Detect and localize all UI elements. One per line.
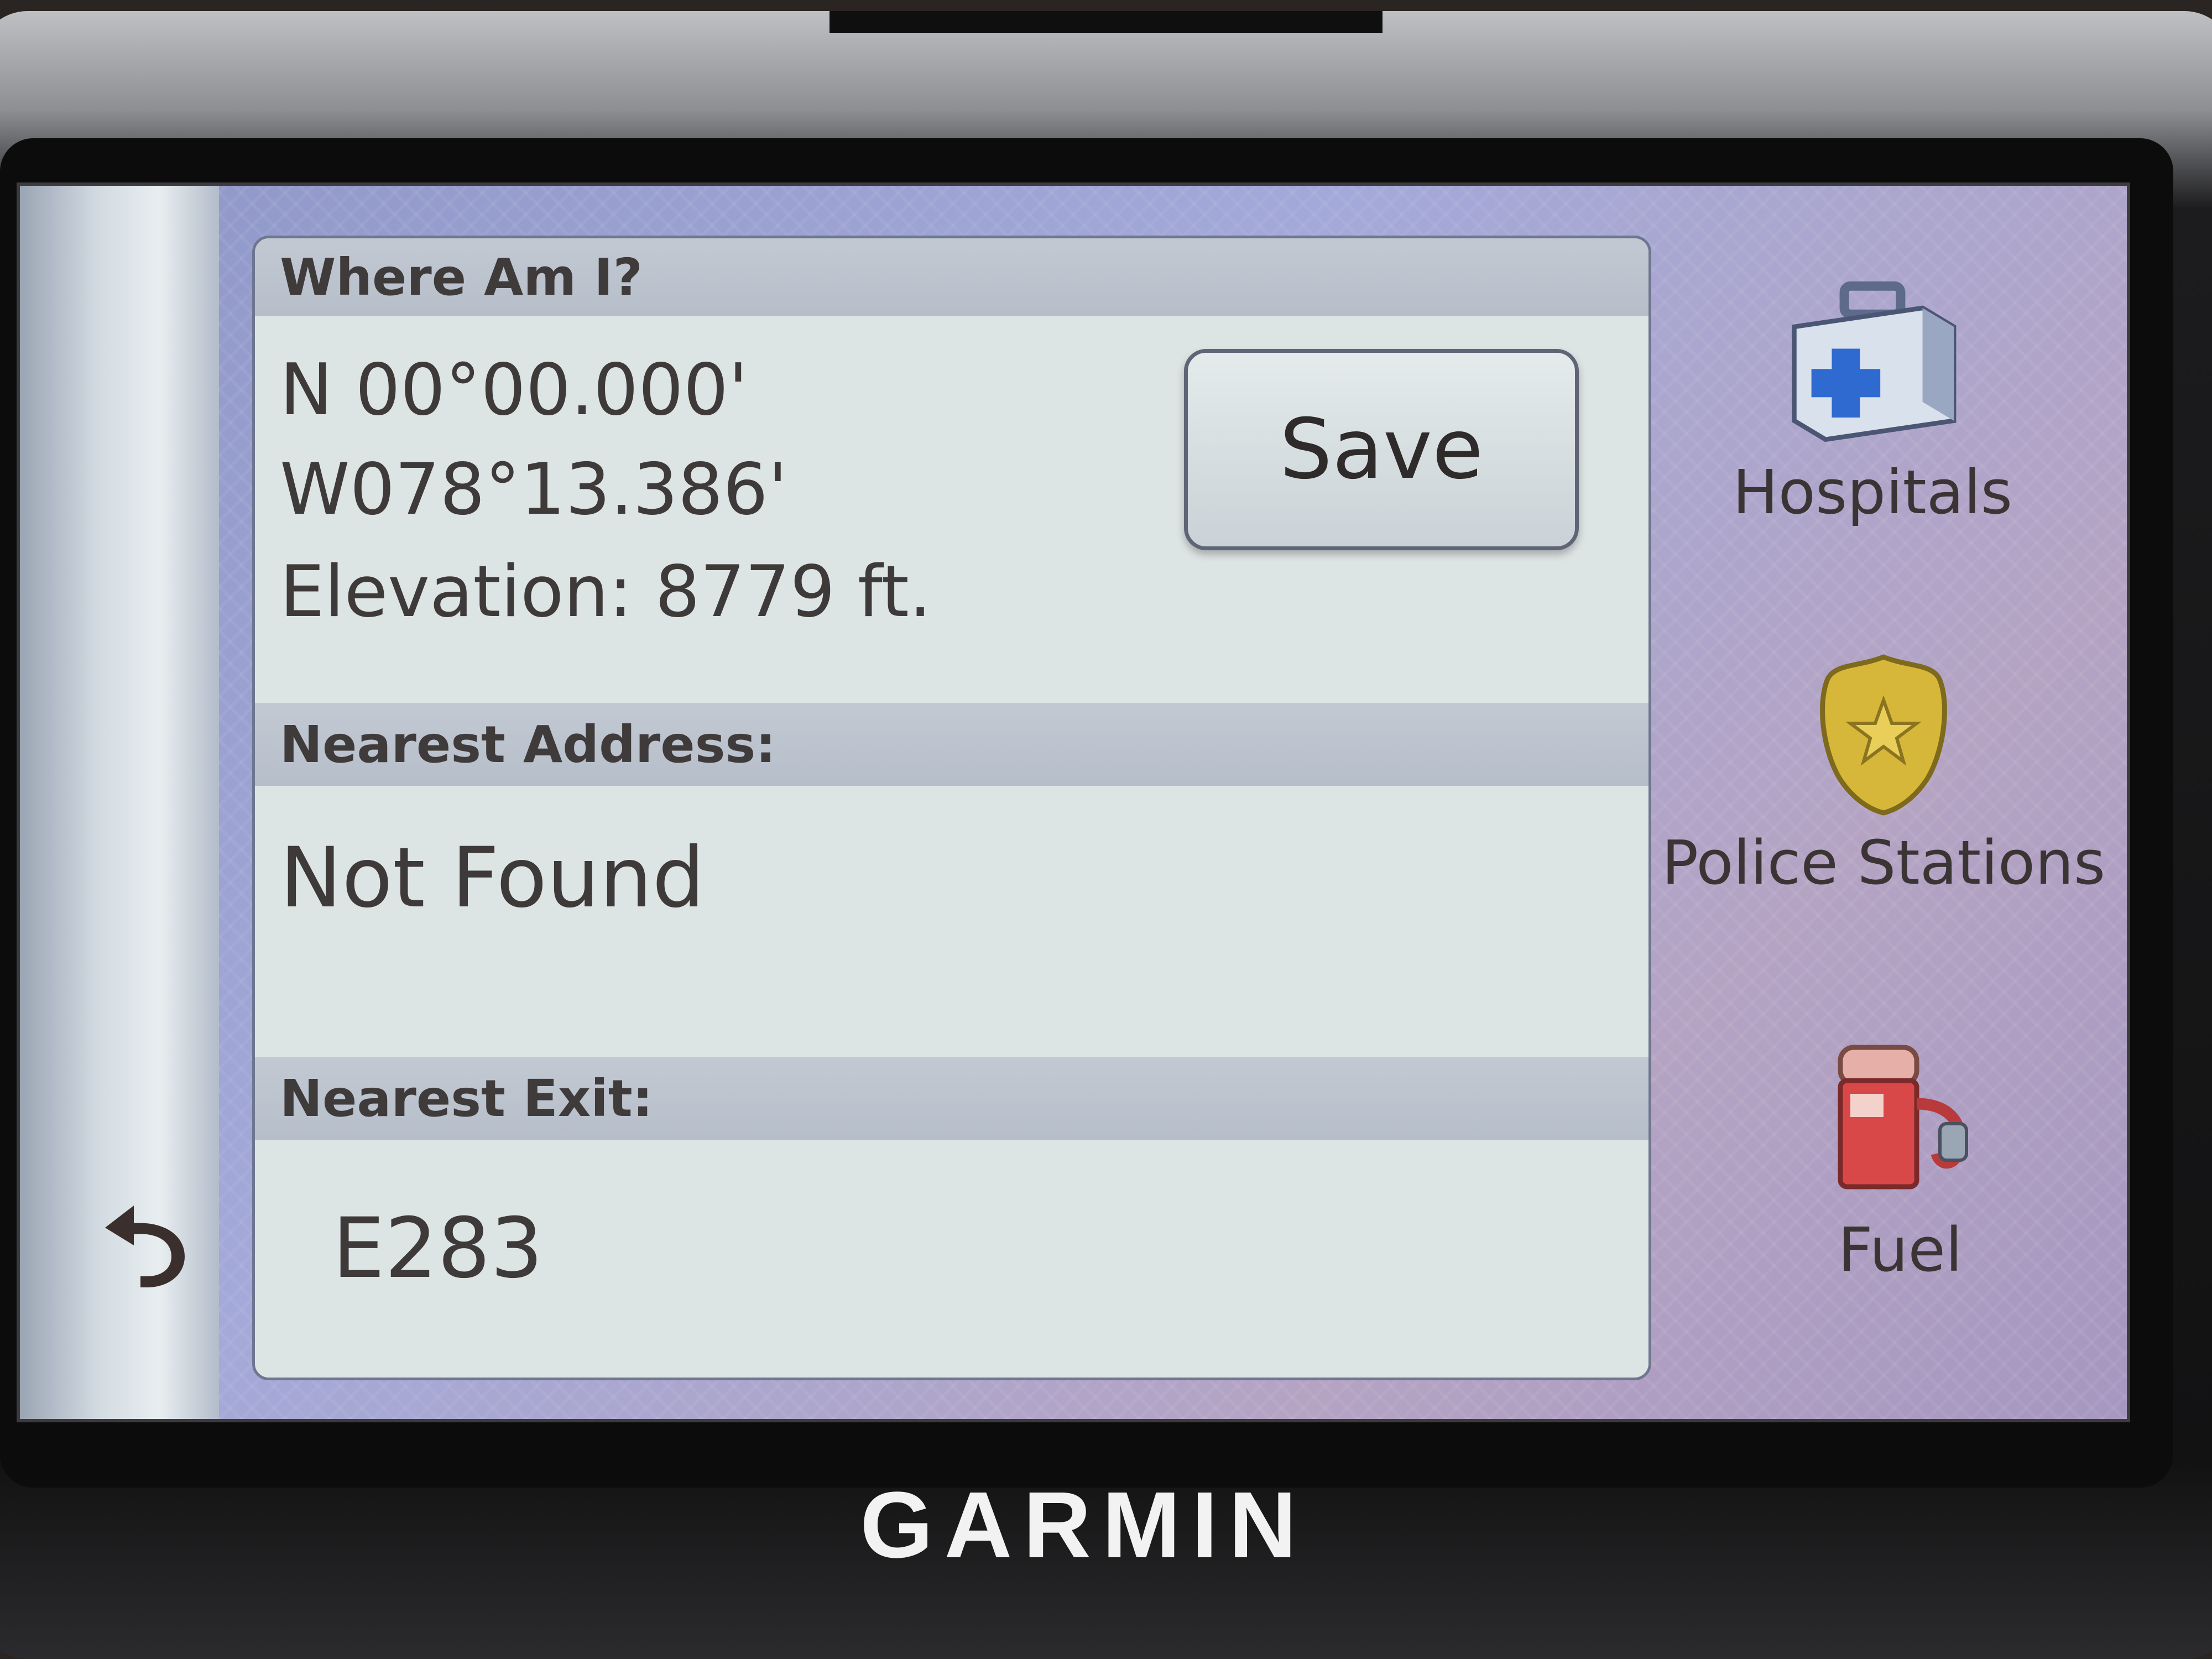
nearest-address-value: Not Found — [280, 830, 705, 926]
nearest-address-header: Nearest Address: — [255, 703, 1648, 786]
sidebar-item-label: Police Stations — [1661, 827, 2106, 898]
sidebar-item-label: Hospitals — [1732, 457, 2013, 528]
longitude-value: W078°13.386' — [280, 448, 787, 531]
elevation-value: Elevation: 8779 ft. — [280, 551, 932, 633]
where-am-i-panel: Where Am I? N 00°00.000' W078°13.386' El… — [252, 236, 1651, 1380]
first-aid-kit-icon — [1792, 281, 1957, 442]
save-button[interactable]: Save — [1184, 349, 1579, 550]
nearest-exit-value: E283 — [332, 1201, 544, 1297]
nearest-exit-header: Nearest Exit: — [255, 1057, 1648, 1140]
device-top-mount — [830, 11, 1383, 33]
back-arrow-icon — [105, 1206, 185, 1287]
sidebar-item-hospitals[interactable]: Hospitals — [1624, 280, 2121, 528]
where-am-i-header: Where Am I? — [255, 238, 1648, 316]
sidebar-item-label: Fuel — [1838, 1214, 1963, 1285]
back-button[interactable] — [92, 1181, 202, 1292]
brand-logo: GARMIN — [860, 1473, 1308, 1578]
fuel-pump-icon — [1838, 1045, 1968, 1190]
latitude-value: N 00°00.000' — [280, 349, 748, 431]
touch-screen: Where Am I? N 00°00.000' W078°13.386' El… — [17, 182, 2130, 1422]
police-badge-icon — [1820, 654, 1947, 816]
sidebar-item-fuel[interactable]: Fuel — [1651, 1037, 2127, 1285]
sidebar-item-police-stations[interactable]: Police Stations — [1635, 650, 2127, 898]
gps-device: Where Am I? N 00°00.000' W078°13.386' El… — [0, 11, 2212, 1659]
